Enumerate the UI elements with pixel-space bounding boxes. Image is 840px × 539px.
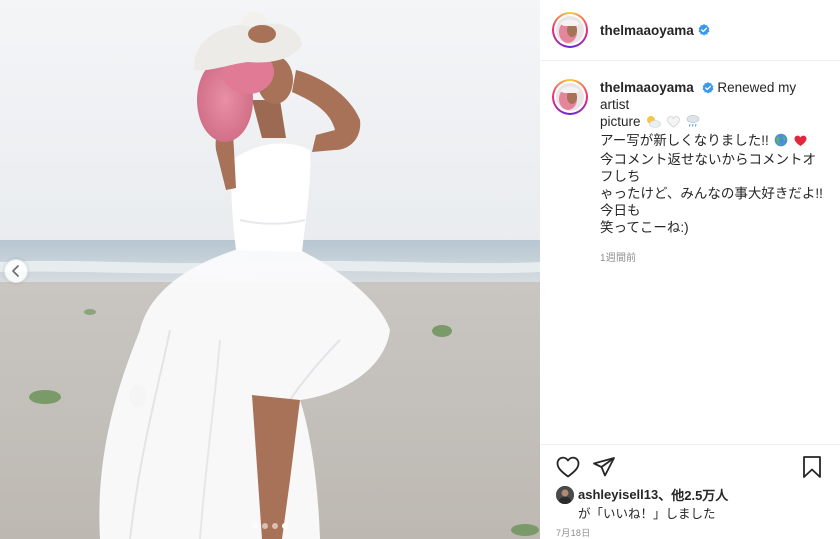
- avatar-image: [556, 16, 584, 44]
- carousel-dot: [272, 523, 278, 529]
- bookmark-outline-icon: [803, 456, 821, 478]
- paper-plane-icon: [593, 457, 615, 477]
- like-button[interactable]: [554, 453, 582, 481]
- caption-timestamp[interactable]: 1週間前: [600, 250, 828, 267]
- caption-line: ゃったけど、みんなの事大好きだよ!!今日も: [600, 186, 823, 218]
- caption-line: 笑ってこーね:): [600, 220, 689, 235]
- liker-avatar[interactable]: [556, 485, 574, 504]
- caption-line: アー写が新しくなりました!!: [600, 133, 769, 148]
- post-actions: [540, 452, 840, 482]
- post-photo[interactable]: [0, 0, 540, 539]
- verified-badge-icon: [698, 24, 710, 36]
- post-author-username[interactable]: thelmaaoyama: [600, 23, 694, 38]
- post-caption: thelmaaoyama Renewed my artist picture ア…: [540, 61, 840, 267]
- avatar-image: [556, 83, 584, 111]
- carousel-dot: [262, 523, 268, 529]
- post-header: thelmaaoyama: [540, 0, 840, 61]
- likes-summary: ashleyisell13 、他2.5万人: [556, 485, 728, 504]
- caption-username[interactable]: thelmaaoyama: [600, 80, 694, 95]
- globe-emoji: [774, 133, 788, 151]
- avatar[interactable]: [552, 12, 588, 48]
- save-button[interactable]: [798, 453, 826, 481]
- liked-by-username[interactable]: ashleyisell13: [578, 487, 658, 502]
- sun-behind-cloud-emoji: [646, 115, 662, 132]
- post-image: [0, 0, 540, 539]
- cloud-with-rain-emoji: [686, 114, 700, 132]
- carousel-prev-button[interactable]: [4, 259, 28, 283]
- caption-line: picture: [600, 114, 641, 129]
- chevron-left-icon: [12, 265, 19, 277]
- carousel-dot: [252, 523, 258, 529]
- caption-text: thelmaaoyama Renewed my artist picture ア…: [600, 79, 828, 267]
- carousel-dot-active: [282, 523, 288, 529]
- caption-line: 今コメント返せないからコメントオフしち: [600, 152, 816, 184]
- heart-outline-icon: [556, 456, 580, 478]
- divider: [540, 444, 840, 445]
- verified-badge-icon: [702, 82, 714, 95]
- red-heart-emoji: [794, 134, 807, 151]
- liked-by-others[interactable]: 、他2.5万人: [658, 485, 728, 504]
- post-date[interactable]: 7月18日: [556, 526, 591, 539]
- white-heart-emoji: [667, 115, 680, 132]
- avatar[interactable]: [552, 79, 588, 115]
- post-side-panel: thelmaaoyama thelmaaoyama Renewed my art…: [540, 0, 840, 539]
- carousel-indicator: [0, 523, 540, 529]
- likes-suffix: が「いいね！」しました: [578, 507, 716, 521]
- share-button[interactable]: [590, 453, 618, 481]
